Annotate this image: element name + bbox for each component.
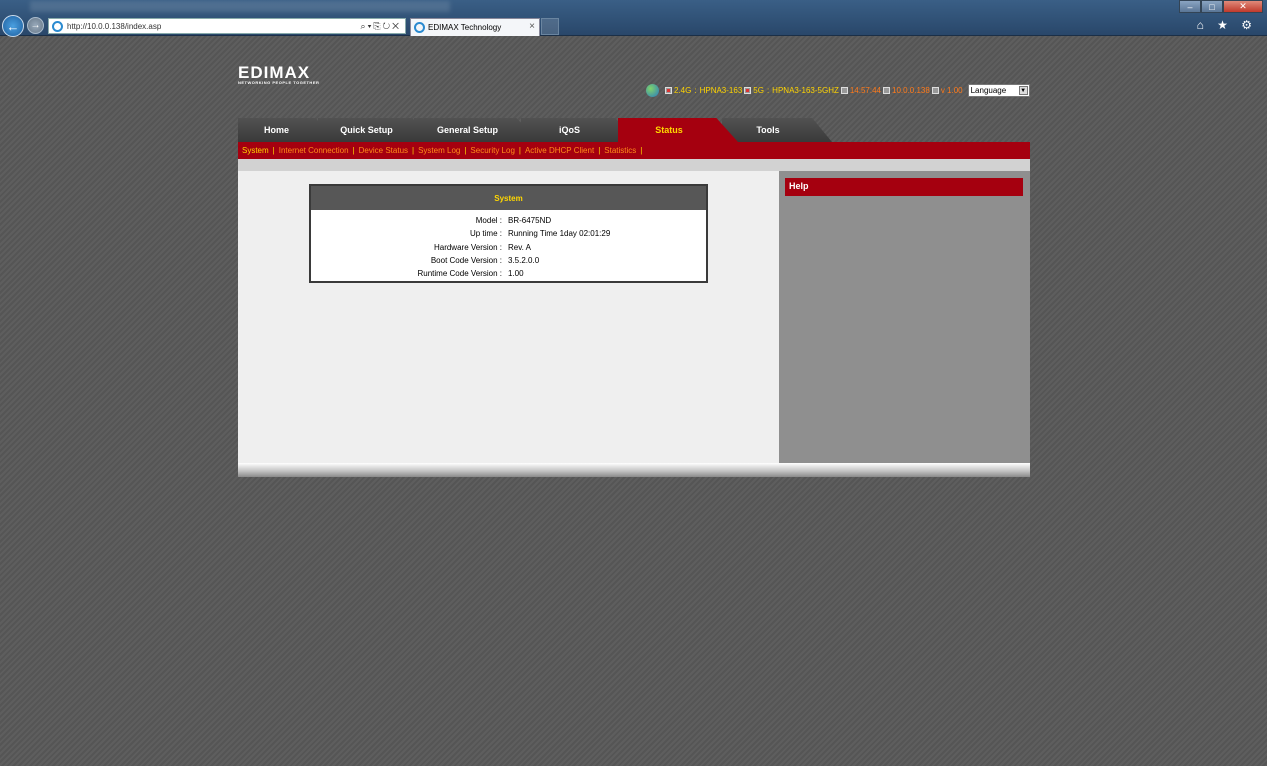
table-row: Hardware Version : Rev. A <box>311 241 706 254</box>
subnav-separator: | <box>640 146 643 155</box>
sub-navigation: System | Internet Connection | Device St… <box>238 142 1030 159</box>
window-title-bar <box>30 1 450 12</box>
address-tools-icon[interactable]: ⌕▾⎘↻✕ <box>361 21 405 32</box>
edimax-logo: EDIMAX NETWORKING PEOPLE TOGETHER <box>238 63 320 85</box>
minimize-button[interactable]: – <box>1179 0 1201 13</box>
content-top-bar <box>238 159 1030 171</box>
browser-chrome: ← → http://10.0.0.138/index.asp ⌕▾⎘↻✕ ED… <box>0 0 1267 37</box>
subnav-separator: | <box>272 146 275 155</box>
help-title: Help <box>785 178 1023 196</box>
runtime-code-version-label: Runtime Code Version : <box>417 269 503 279</box>
subnav-system[interactable]: System <box>242 146 269 155</box>
page-footer-bar <box>238 463 1030 477</box>
subnav-device-status[interactable]: Device Status <box>359 146 408 155</box>
chevron-down-icon[interactable]: ▼ <box>1018 85 1028 95</box>
forward-arrow-icon[interactable]: → <box>27 17 44 34</box>
new-tab-button[interactable] <box>541 18 559 35</box>
status-bar: 2.4G : HPNA3-163 5G : HPNA3-163-5GHZ 14:… <box>646 82 1030 98</box>
ip-address: 10.0.0.138 <box>892 85 930 95</box>
system-time: 14:57:44 <box>849 85 881 95</box>
table-row: Up time : Running Time 1day 02:01:29 <box>311 227 706 240</box>
tab-status[interactable]: Status <box>618 118 738 142</box>
system-table-title: System <box>311 186 706 210</box>
band-5g-sep: : <box>766 85 770 95</box>
firmware-version: v 1.00 <box>940 85 963 95</box>
table-row: Runtime Code Version : 1.00 <box>311 267 706 280</box>
maximize-button[interactable]: □ <box>1201 0 1223 13</box>
ie-icon <box>414 22 425 33</box>
system-info-table: System Model : BR-6475ND Up time : Runni… <box>309 184 708 283</box>
subnav-active-dhcp-client[interactable]: Active DHCP Client <box>525 146 594 155</box>
subnav-separator: | <box>412 146 415 155</box>
language-select[interactable]: Language ▼ <box>967 83 1030 97</box>
ip-icon <box>883 86 890 94</box>
browser-tab-title: EDIMAX Technology <box>428 23 502 32</box>
language-select-value: Language <box>970 85 1007 95</box>
boot-code-version-value: 3.5.2.0.0 <box>508 256 540 266</box>
tab-tools[interactable]: Tools <box>722 118 832 142</box>
logo-text: EDIMAX <box>238 63 311 82</box>
subnav-system-log[interactable]: System Log <box>418 146 460 155</box>
model-value: BR-6475ND <box>508 216 552 226</box>
ie-icon <box>52 20 63 32</box>
help-panel: Help <box>779 171 1030 463</box>
subnav-separator: | <box>464 146 467 155</box>
address-url[interactable]: http://10.0.0.138/index.asp <box>67 22 361 31</box>
globe-icon <box>646 83 659 97</box>
table-row: Model : BR-6475ND <box>311 214 706 227</box>
version-icon <box>931 86 939 94</box>
window-controls: – □ ✕ <box>1179 0 1263 13</box>
table-row: Boot Code Version : 3.5.2.0.0 <box>311 254 706 267</box>
hardware-version-label: Hardware Version : <box>433 242 502 252</box>
main-tabs: Home Quick Setup General Setup iQoS Stat… <box>238 118 838 142</box>
browser-tools-icons[interactable]: ⌂ ★ ⚙ <box>1197 18 1257 32</box>
back-arrow-icon[interactable]: ← <box>2 15 24 37</box>
browser-tab[interactable]: EDIMAX Technology × <box>410 18 540 36</box>
logo-tagline: NETWORKING PEOPLE TOGETHER <box>238 80 320 85</box>
clock-icon <box>840 86 848 94</box>
subnav-separator: | <box>518 146 521 155</box>
wifi-24g-icon <box>665 86 672 94</box>
boot-code-version-label: Boot Code Version : <box>430 256 502 266</box>
close-window-button[interactable]: ✕ <box>1223 0 1263 13</box>
address-bar[interactable]: http://10.0.0.138/index.asp ⌕▾⎘↻✕ <box>48 18 406 34</box>
runtime-code-version-value: 1.00 <box>508 269 524 279</box>
main-content: System Model : BR-6475ND Up time : Runni… <box>238 171 779 463</box>
band-24g-sep: : <box>694 85 697 95</box>
subnav-security-log[interactable]: Security Log <box>470 146 514 155</box>
wifi-5g-icon <box>744 86 752 94</box>
subnav-separator: | <box>352 146 355 155</box>
ssid-5g: HPNA3-163-5GHZ <box>772 85 839 95</box>
subnav-statistics[interactable]: Statistics <box>604 146 636 155</box>
band-5g: 5G <box>753 85 764 95</box>
model-label: Model : <box>475 216 502 226</box>
band-24g: 2.4G <box>674 85 692 95</box>
ssid-24g: HPNA3-163 <box>699 85 743 95</box>
tab-close-icon[interactable]: × <box>529 21 535 32</box>
hardware-version-value: Rev. A <box>508 242 531 252</box>
subnav-internet-connection[interactable]: Internet Connection <box>279 146 349 155</box>
tab-general-setup[interactable]: General Setup <box>414 118 539 142</box>
uptime-label: Up time : <box>469 229 502 239</box>
uptime-value: Running Time 1day 02:01:29 <box>508 229 611 239</box>
subnav-separator: | <box>598 146 601 155</box>
